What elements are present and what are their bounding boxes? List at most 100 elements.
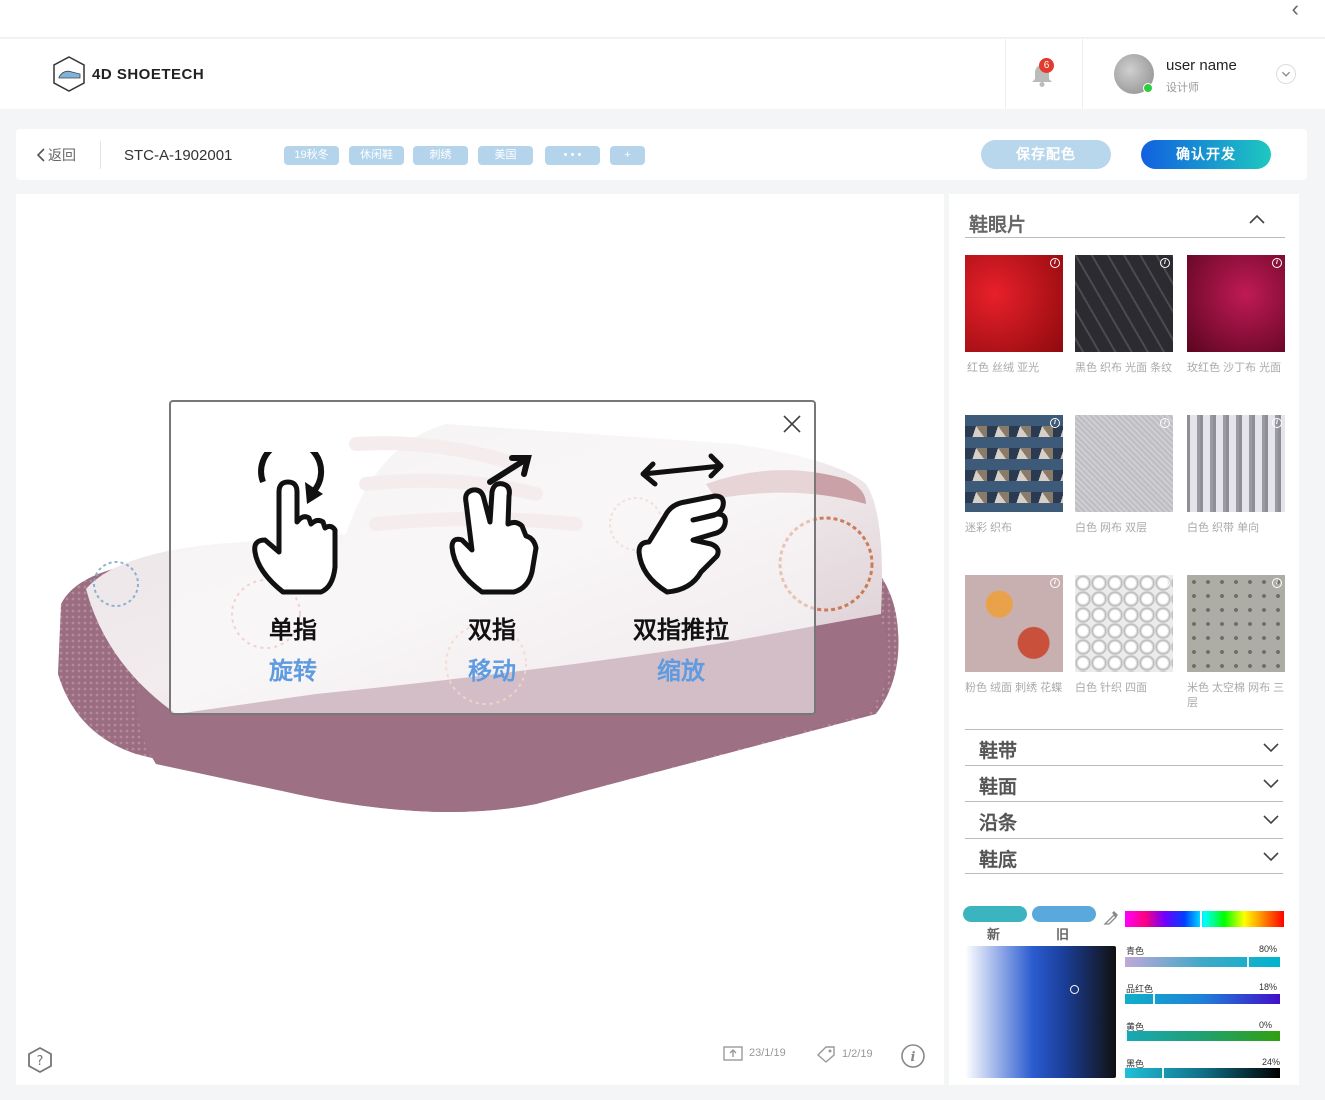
material-swatch[interactable]: i	[1075, 415, 1173, 512]
hue-slider[interactable]	[1125, 911, 1284, 927]
design-toolbar: 返回 STC-A-1902001 19秋冬 休闲鞋 刺绣 美国 • • • + …	[16, 129, 1307, 180]
info-icon[interactable]: i	[1272, 258, 1282, 268]
confirm-development-button[interactable]: 确认开发	[1141, 140, 1271, 169]
info-icon[interactable]: i	[900, 1043, 926, 1069]
header-divider	[1082, 39, 1083, 109]
chevron-left-icon	[36, 148, 45, 162]
user-name: user name	[1166, 57, 1237, 74]
cmyk-value-cyan: 80%	[1259, 944, 1278, 954]
eyedropper-icon[interactable]	[1103, 908, 1121, 926]
logo-text: 4D SHOETECH	[92, 65, 205, 83]
swatch-label: 白色 织带 单向	[1187, 522, 1260, 534]
gesture-action: 移动	[468, 658, 516, 685]
black-slider[interactable]	[1125, 1068, 1280, 1078]
gesture-title: 双指	[468, 617, 516, 644]
cyan-slider-handle[interactable]	[1247, 957, 1249, 967]
rotate-finger-icon	[252, 438, 338, 595]
tag-date: 1/2/19	[816, 1045, 873, 1063]
save-colorway-button[interactable]: 保存配色	[981, 140, 1111, 169]
info-icon[interactable]: i	[1160, 418, 1170, 428]
toolbar-divider	[100, 141, 101, 169]
add-tag-button[interactable]: +	[610, 146, 645, 165]
back-button[interactable]: 返回	[36, 145, 76, 165]
cmyk-value-yellow: 0%	[1259, 1020, 1273, 1030]
tag-chip[interactable]: 美国	[478, 146, 533, 165]
material-swatch[interactable]: i	[1187, 255, 1285, 352]
svg-text:?: ?	[37, 1054, 44, 1069]
more-tags-button[interactable]: • • •	[545, 146, 600, 165]
cyan-slider[interactable]	[1125, 957, 1280, 967]
tag-chip[interactable]: 休闲鞋	[349, 146, 404, 165]
close-icon[interactable]	[782, 414, 802, 434]
magenta-slider-handle[interactable]	[1153, 994, 1155, 1004]
chevron-down-icon[interactable]	[1263, 852, 1279, 862]
top-strip: ‹	[0, 0, 1325, 38]
tag-chip[interactable]: 19秋冬	[284, 146, 339, 165]
info-icon[interactable]: i	[1272, 578, 1282, 588]
help-icon[interactable]: ?	[26, 1046, 54, 1074]
chevron-down-icon[interactable]	[1263, 743, 1279, 753]
gesture-zoom: 双指推拉 缩放	[611, 452, 751, 686]
gesture-move: 双指 移动	[422, 452, 562, 686]
info-icon[interactable]: i	[1160, 258, 1170, 268]
yellow-slider[interactable]	[1125, 1031, 1280, 1041]
black-slider-handle[interactable]	[1162, 1068, 1164, 1078]
old-color-label: 旧	[1056, 927, 1070, 942]
info-icon[interactable]: i	[1050, 578, 1060, 588]
chevron-up-icon[interactable]	[1249, 214, 1265, 224]
info-icon[interactable]: i	[1272, 418, 1282, 428]
logo[interactable]: 4D SHOETECH	[52, 55, 204, 93]
section-header-upper[interactable]: 鞋面	[965, 765, 1283, 801]
section-header-eyelet[interactable]: 鞋眼片	[965, 202, 1285, 238]
chevron-left-icon[interactable]: ‹	[1292, 0, 1299, 20]
chevron-down-icon[interactable]	[1263, 779, 1279, 789]
calendar-upload-icon	[723, 1046, 743, 1061]
material-swatch[interactable]: i	[1187, 575, 1285, 672]
saturation-brightness-picker[interactable]	[965, 946, 1116, 1078]
material-swatch[interactable]: i	[1187, 415, 1285, 512]
section-title: 鞋底	[979, 850, 1018, 871]
material-swatch[interactable]: i	[965, 415, 1063, 512]
gesture-title: 单指	[269, 617, 317, 644]
new-color-label: 新	[987, 927, 1001, 942]
created-date-text: 23/1/19	[749, 1047, 786, 1059]
two-finger-move-icon	[449, 455, 539, 595]
hue-slider-handle[interactable]	[1200, 911, 1202, 927]
gesture-action: 缩放	[657, 658, 705, 685]
svg-text:i: i	[911, 1050, 916, 1065]
header-divider	[1005, 39, 1006, 109]
tag-chip[interactable]: 刺绣	[413, 146, 468, 165]
material-swatch[interactable]: i	[965, 575, 1063, 672]
cmyk-value-black: 24%	[1262, 1057, 1281, 1067]
info-icon[interactable]: i	[1160, 578, 1170, 588]
swatch-label: 黑色 织布 光面 条纹	[1075, 362, 1173, 374]
info-icon[interactable]: i	[1050, 258, 1060, 268]
magenta-slider[interactable]	[1125, 994, 1280, 1004]
swatch-label: 米色 太空棉 网布 三层	[1187, 682, 1285, 709]
chevron-down-icon[interactable]	[1263, 815, 1279, 825]
color-picker-handle[interactable]	[1070, 985, 1079, 994]
section-title: 鞋眼片	[969, 215, 1027, 236]
gesture-rotate: 单指 旋转	[223, 438, 363, 686]
back-label: 返回	[48, 147, 76, 163]
material-swatch[interactable]: i	[965, 255, 1063, 352]
gesture-action: 旋转	[269, 658, 317, 685]
section-header-laces[interactable]: 鞋带	[965, 729, 1283, 765]
online-status-dot	[1143, 83, 1153, 93]
app-header: 4D SHOETECH 6 user name 设计师	[0, 39, 1325, 109]
section-header-sole[interactable]: 鞋底	[965, 838, 1283, 874]
yellow-slider-handle[interactable]	[1125, 1031, 1127, 1041]
logo-hexagon-icon	[53, 56, 85, 92]
chevron-down-icon[interactable]	[1276, 64, 1296, 84]
section-title: 鞋面	[979, 777, 1018, 798]
old-color-swatch[interactable]	[1032, 906, 1096, 922]
gesture-guide-dialog: 单指 旋转 双指 移动 双指推拉 缩放	[169, 400, 816, 715]
material-swatch[interactable]: i	[1075, 575, 1173, 672]
pinch-zoom-icon	[636, 453, 728, 595]
section-header-welt[interactable]: 沿条	[965, 801, 1283, 837]
material-swatch[interactable]: i	[1075, 255, 1173, 352]
cmyk-label-cyan: 青色	[1126, 946, 1145, 956]
swatch-label: 迷彩 织布	[965, 522, 1013, 534]
info-icon[interactable]: i	[1050, 418, 1060, 428]
new-color-swatch[interactable]	[963, 906, 1027, 922]
